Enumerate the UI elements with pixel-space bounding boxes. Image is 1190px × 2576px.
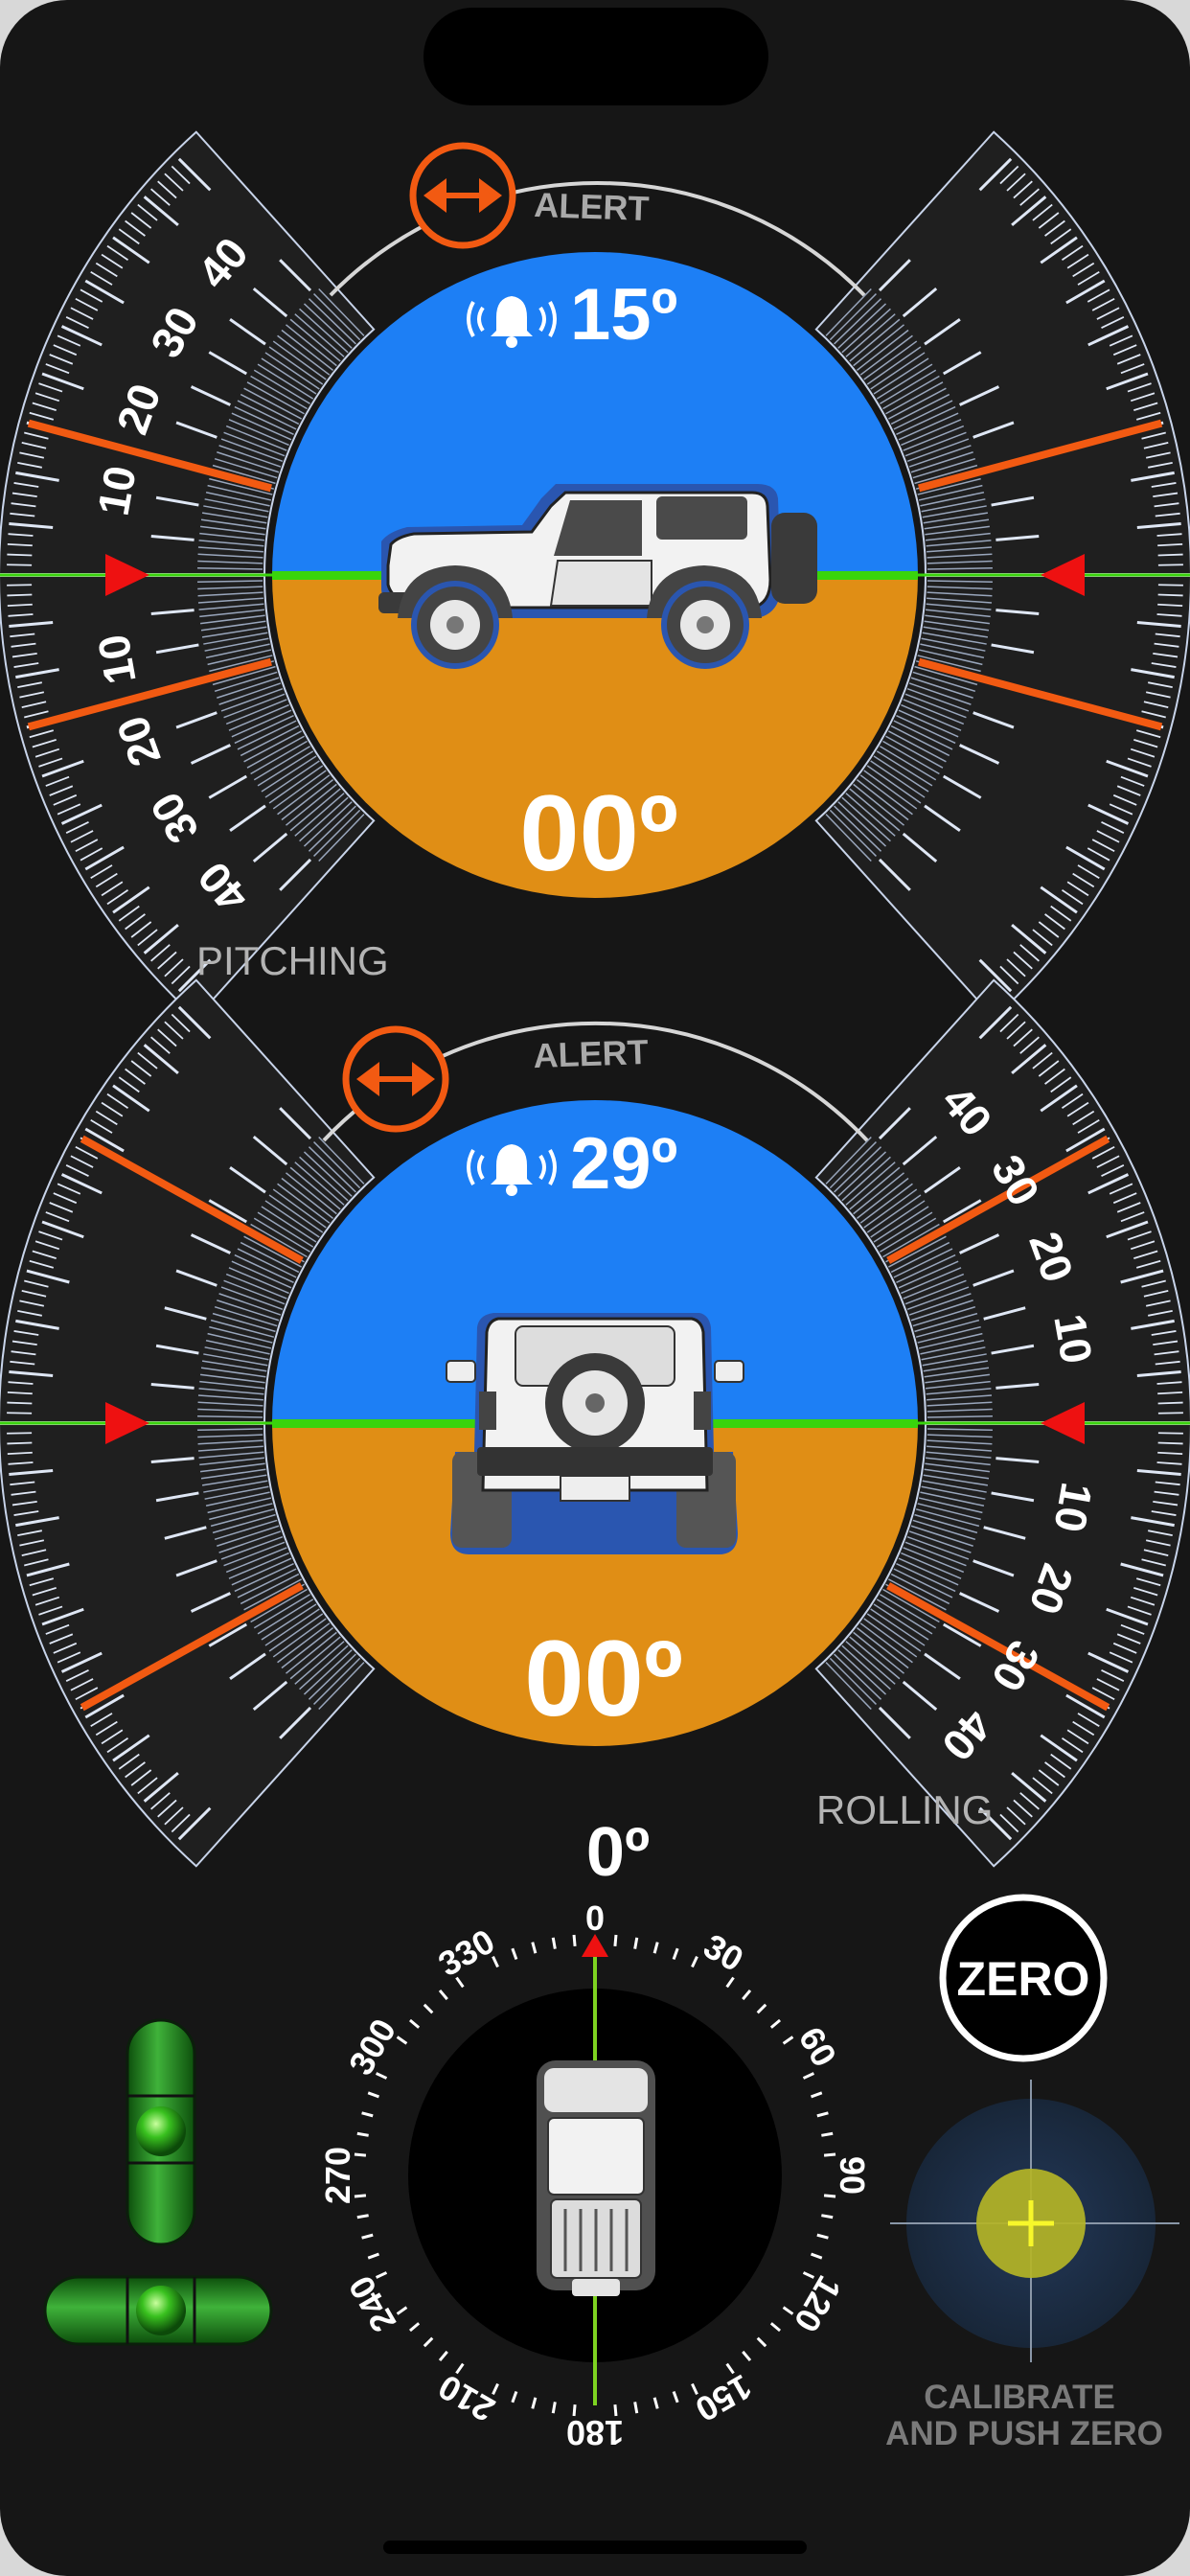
calibrate-line1: CALIBRATE xyxy=(924,2379,1115,2416)
roll-alert-label: ALERT xyxy=(533,1032,649,1075)
roll-current-angle: 00º xyxy=(524,1619,682,1738)
vertical-bubble xyxy=(136,2106,186,2156)
roll-alert-toggle-button[interactable] xyxy=(342,1025,449,1133)
roll-mode-label: ROLLING xyxy=(816,1787,993,1832)
compass-tick xyxy=(356,2214,369,2220)
compass-label: 90 xyxy=(833,2156,872,2195)
jeep-top-icon xyxy=(537,2060,655,2296)
bubble-level-vertical xyxy=(126,2018,196,2246)
roll-gauge: 4030201010203040 ALERT 29º 00º ROLLING xyxy=(0,978,1190,1868)
roll-left-tick xyxy=(7,1441,33,1445)
compass-tick xyxy=(551,2402,557,2414)
compass-tick xyxy=(633,1937,639,1949)
roll-right-tick xyxy=(1157,1441,1183,1445)
roll-left-tick xyxy=(7,1401,33,1405)
pitch-right-tick xyxy=(1157,553,1183,557)
roll-right-tick-label: 10 xyxy=(1044,1310,1102,1367)
inclinometer-screen: 4030201010203040 ALERT 15º 00º PITCHING … xyxy=(0,0,1190,2576)
jeep-rear-icon xyxy=(446,1313,744,1554)
pitch-alert-label: ALERT xyxy=(534,185,650,228)
calibrate-line2: AND PUSH ZERO xyxy=(885,2415,1163,2452)
zero-button[interactable]: ZERO xyxy=(939,1894,1108,2062)
compass-tick xyxy=(356,2131,369,2137)
compass-tick xyxy=(821,2214,834,2220)
compass-label: 270 xyxy=(318,2147,357,2204)
pitch-alert-toggle-button[interactable] xyxy=(409,142,516,249)
compass-label: 180 xyxy=(566,2413,624,2452)
compass-tick xyxy=(551,1937,557,1949)
roll-alert-threshold: 29º xyxy=(570,1123,677,1205)
pitch-alert-threshold: 15º xyxy=(570,274,677,356)
pitch-current-angle: 00º xyxy=(519,773,677,893)
compass-tick xyxy=(613,1934,618,1947)
dynamic-island xyxy=(423,8,768,105)
pitch-left-tick-label: 10 xyxy=(88,631,146,687)
compass-heading: 0º xyxy=(586,1814,650,1891)
pitch-left-tick xyxy=(7,593,33,597)
home-indicator xyxy=(383,2541,807,2554)
pitch-gauge: 4030201010203040 ALERT 15º 00º PITCHING xyxy=(0,130,1190,1020)
compass-tick xyxy=(572,1934,577,1947)
compass-tick xyxy=(823,2152,836,2157)
roll-right-tick-label: 10 xyxy=(1044,1479,1102,1535)
pitch-left-tick xyxy=(7,553,33,557)
pitch-left-tick-label: 10 xyxy=(88,462,146,518)
pitch-right-tick xyxy=(1157,593,1183,597)
roll-right-tick xyxy=(1157,1401,1183,1405)
bubble-level-horizontal xyxy=(43,2275,273,2346)
compass-label: 0 xyxy=(585,1898,605,1938)
pitch-mode-label: PITCHING xyxy=(196,938,389,983)
compass-tick xyxy=(821,2131,834,2137)
zero-button-label: ZERO xyxy=(957,1952,1090,2006)
compass-tick xyxy=(633,2402,639,2414)
horizontal-bubble xyxy=(136,2286,186,2335)
